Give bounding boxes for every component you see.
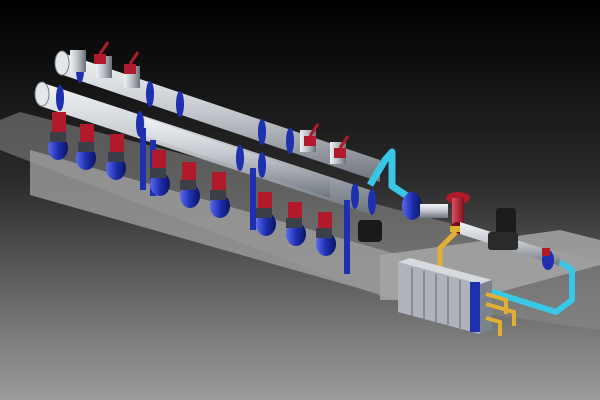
- manifold-motor: [358, 220, 382, 242]
- piping-manifold-render: [0, 0, 600, 400]
- cad-render-scene: [0, 0, 600, 400]
